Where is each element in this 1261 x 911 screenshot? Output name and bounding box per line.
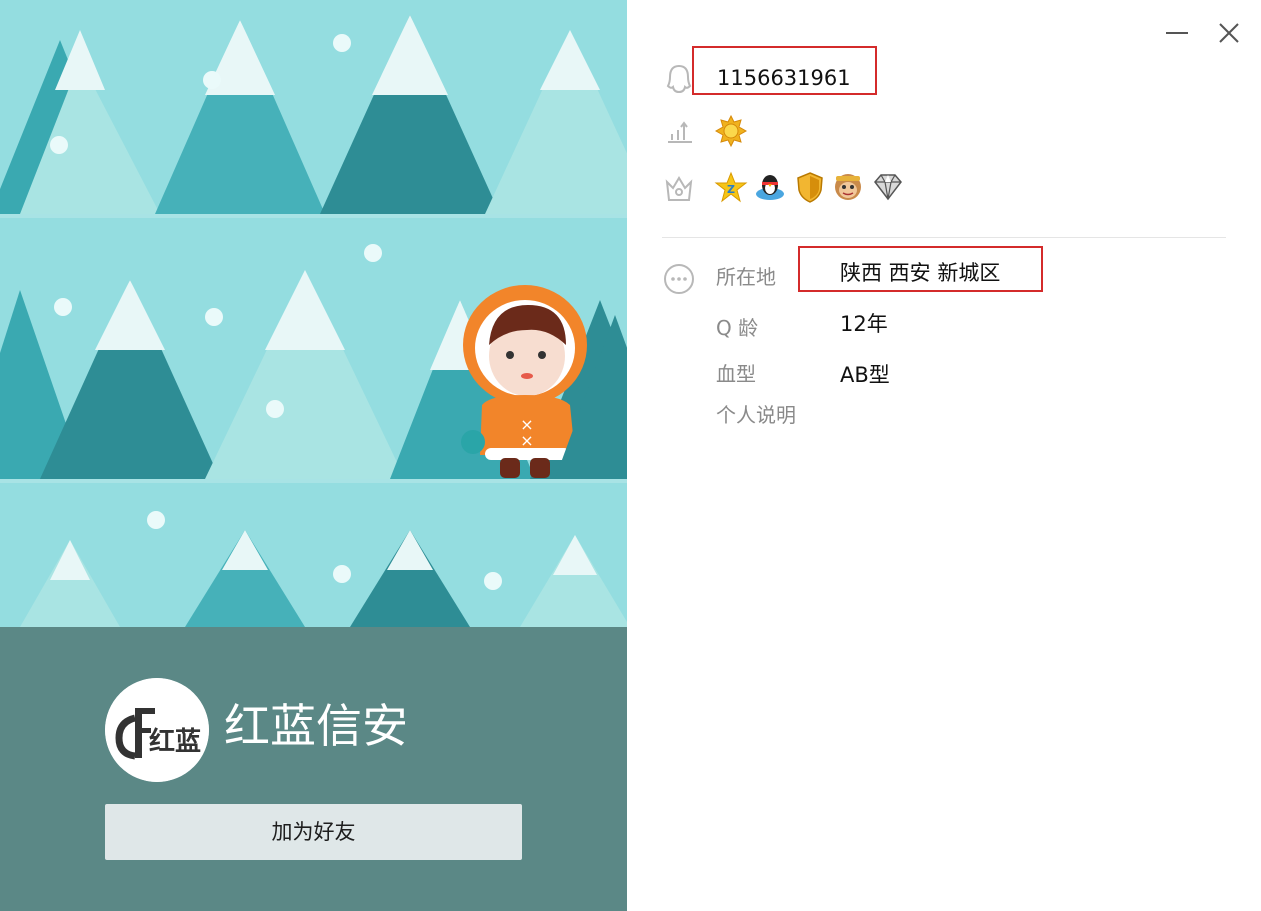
highlight-box-qq: [692, 46, 877, 95]
cover-image: × ×: [0, 0, 627, 627]
penguin-icon[interactable]: [753, 170, 787, 204]
penguin-outline-icon: [662, 62, 696, 96]
add-friend-button[interactable]: 加为好友: [105, 804, 522, 860]
qq-age-label: Q 龄: [716, 316, 759, 340]
avatar-text: 红蓝: [149, 726, 201, 757]
more-info-icon[interactable]: [662, 262, 696, 296]
level-chart-icon: [662, 116, 696, 150]
profile-card: [0, 627, 627, 911]
avatar-logo: 红蓝: [105, 678, 209, 782]
minimize-icon: [1166, 32, 1188, 34]
close-icon: [1219, 23, 1239, 43]
qzone-star-icon[interactable]: Z: [714, 170, 748, 204]
diamond-icon[interactable]: [871, 170, 905, 204]
crown-icon: [662, 172, 696, 206]
close-button[interactable]: [1214, 18, 1244, 48]
avatar[interactable]: 红蓝: [105, 678, 209, 782]
blood-type-value: AB型: [840, 363, 890, 387]
shield-icon[interactable]: [793, 170, 827, 204]
minimize-button[interactable]: [1162, 18, 1192, 48]
highlight-box-location: [798, 246, 1043, 292]
location-label: 所在地: [716, 265, 776, 289]
svg-text:Z: Z: [727, 183, 735, 196]
svg-text:×: ×: [520, 431, 533, 450]
blood-type-label: 血型: [716, 362, 756, 386]
divider: [662, 237, 1226, 238]
sun-level-icon[interactable]: [714, 114, 748, 148]
winter-trees-illustration: × ×: [0, 0, 627, 627]
bio-label: 个人说明: [716, 403, 796, 427]
monkey-icon[interactable]: [831, 170, 865, 204]
qq-age-value: 12年: [840, 312, 888, 336]
nickname: 红蓝信安: [224, 699, 408, 753]
